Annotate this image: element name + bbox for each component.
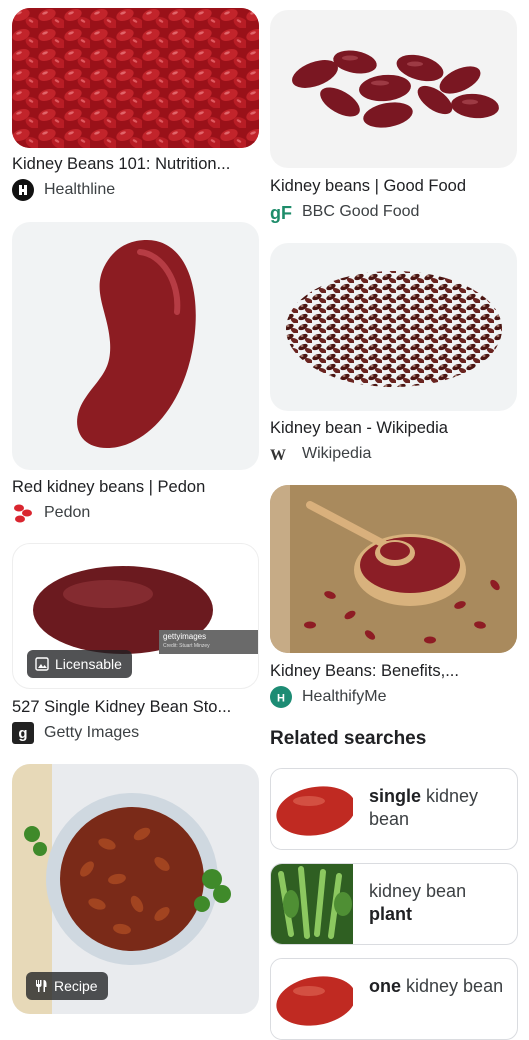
wikipedia-icon: W bbox=[270, 443, 292, 465]
related-search-single-kidney-bean[interactable]: single kidney bean bbox=[270, 768, 518, 850]
source-name: HealthifyMe bbox=[302, 688, 387, 705]
badge-label: Recipe bbox=[54, 978, 98, 994]
result-source[interactable]: Healthline bbox=[12, 179, 115, 201]
fork-knife-icon bbox=[36, 980, 47, 992]
image-icon bbox=[35, 657, 49, 671]
related-search-one-kidney-bean[interactable]: one kidney bean bbox=[270, 958, 518, 1040]
result-source[interactable]: g Getty Images bbox=[12, 722, 139, 744]
related-thumb bbox=[271, 959, 353, 1039]
licensable-badge: Licensable bbox=[27, 650, 132, 678]
svg-text:gF: gF bbox=[270, 203, 292, 223]
result-image[interactable]: gettyimages Credit: Stuart Minzey Licens… bbox=[12, 543, 259, 689]
related-thumb bbox=[271, 769, 353, 849]
related-text: single kidney bean bbox=[369, 786, 479, 829]
source-name: Healthline bbox=[44, 181, 116, 198]
pedon-icon bbox=[12, 502, 34, 524]
svg-text:W: W bbox=[270, 447, 286, 464]
recipe-badge: Recipe bbox=[26, 972, 108, 1000]
result-image[interactable] bbox=[12, 8, 259, 148]
result-image[interactable] bbox=[270, 10, 517, 168]
related-text: kidney bean plant bbox=[369, 881, 467, 924]
result-title[interactable]: Kidney Beans: Benefits,... bbox=[270, 661, 517, 681]
svg-text:g: g bbox=[18, 725, 27, 742]
getty-images-icon: g bbox=[12, 722, 34, 744]
related-searches-heading: Related searches bbox=[270, 728, 427, 749]
bbc-good-food-icon: gF bbox=[270, 201, 292, 223]
related-thumb bbox=[271, 864, 353, 944]
healthifyme-icon: H bbox=[270, 686, 292, 708]
result-source[interactable]: W Wikipedia bbox=[270, 443, 371, 465]
result-title[interactable]: 527 Single Kidney Bean Sto... bbox=[12, 697, 259, 717]
related-text: one kidney bean bbox=[369, 976, 504, 996]
svg-text:H: H bbox=[277, 693, 285, 705]
result-image[interactable] bbox=[270, 243, 517, 411]
result-image[interactable] bbox=[12, 222, 259, 470]
result-title[interactable]: Kidney Beans 101: Nutrition... bbox=[12, 154, 259, 174]
result-source[interactable]: Pedon bbox=[12, 502, 90, 524]
result-image[interactable] bbox=[270, 485, 517, 653]
badge-label: Licensable bbox=[55, 656, 122, 672]
related-search-kidney-bean-plant[interactable]: kidney bean plant bbox=[270, 863, 518, 945]
source-name: Pedon bbox=[44, 504, 91, 521]
source-name: Wikipedia bbox=[302, 445, 372, 462]
result-title[interactable]: Red kidney beans | Pedon bbox=[12, 477, 259, 497]
result-title[interactable]: Kidney beans | Good Food bbox=[270, 176, 517, 196]
credit-text: Credit: Stuart Minzey bbox=[163, 643, 210, 649]
result-source[interactable]: gF BBC Good Food bbox=[270, 201, 419, 223]
watermark: gettyimages bbox=[163, 632, 207, 641]
result-image[interactable]: Recipe bbox=[12, 764, 259, 1014]
result-title[interactable]: Kidney bean - Wikipedia bbox=[270, 418, 517, 438]
source-name: Getty Images bbox=[44, 724, 140, 741]
healthline-icon bbox=[12, 179, 34, 201]
result-source[interactable]: H HealthifyMe bbox=[270, 686, 386, 708]
source-name: BBC Good Food bbox=[302, 203, 420, 220]
